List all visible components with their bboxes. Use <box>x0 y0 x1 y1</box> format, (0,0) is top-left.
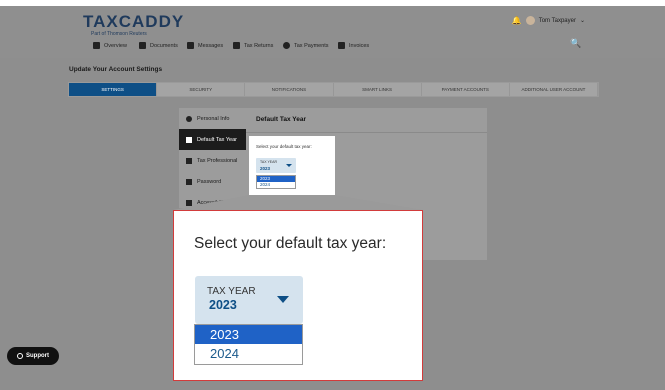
tax-year-select-zoomed[interactable]: TAX YEAR 2023 <box>195 276 303 324</box>
tax-year-selected-value: 2023 <box>260 166 271 171</box>
support-button[interactable]: Support <box>7 347 59 365</box>
tax-year-options: 2023 2024 <box>256 175 296 189</box>
tax-year-panel: Select your default tax year: TAX YEAR 2… <box>249 136 335 195</box>
tax-year-option[interactable]: 2024 <box>195 344 302 363</box>
caret-down-icon <box>277 296 289 303</box>
tax-year-select-label: TAX YEAR <box>207 286 256 297</box>
tax-year-select[interactable]: TAX YEAR 2023 <box>256 158 296 173</box>
chat-icon <box>17 353 23 359</box>
caret-down-icon <box>286 164 292 167</box>
tax-year-prompt: Select your default tax year: <box>256 144 312 149</box>
tax-year-select-label: TAX YEAR <box>260 160 277 164</box>
tax-year-selected-value: 2023 <box>209 298 237 312</box>
tax-year-options-zoomed: 2023 2024 <box>194 324 303 365</box>
zoom-callout: Select your default tax year: TAX YEAR 2… <box>173 210 423 381</box>
support-label: Support <box>26 353 49 359</box>
tax-year-option[interactable]: 2024 <box>257 182 295 188</box>
tax-year-prompt-zoomed: Select your default tax year: <box>194 235 387 252</box>
tax-year-option[interactable]: 2023 <box>195 325 302 344</box>
